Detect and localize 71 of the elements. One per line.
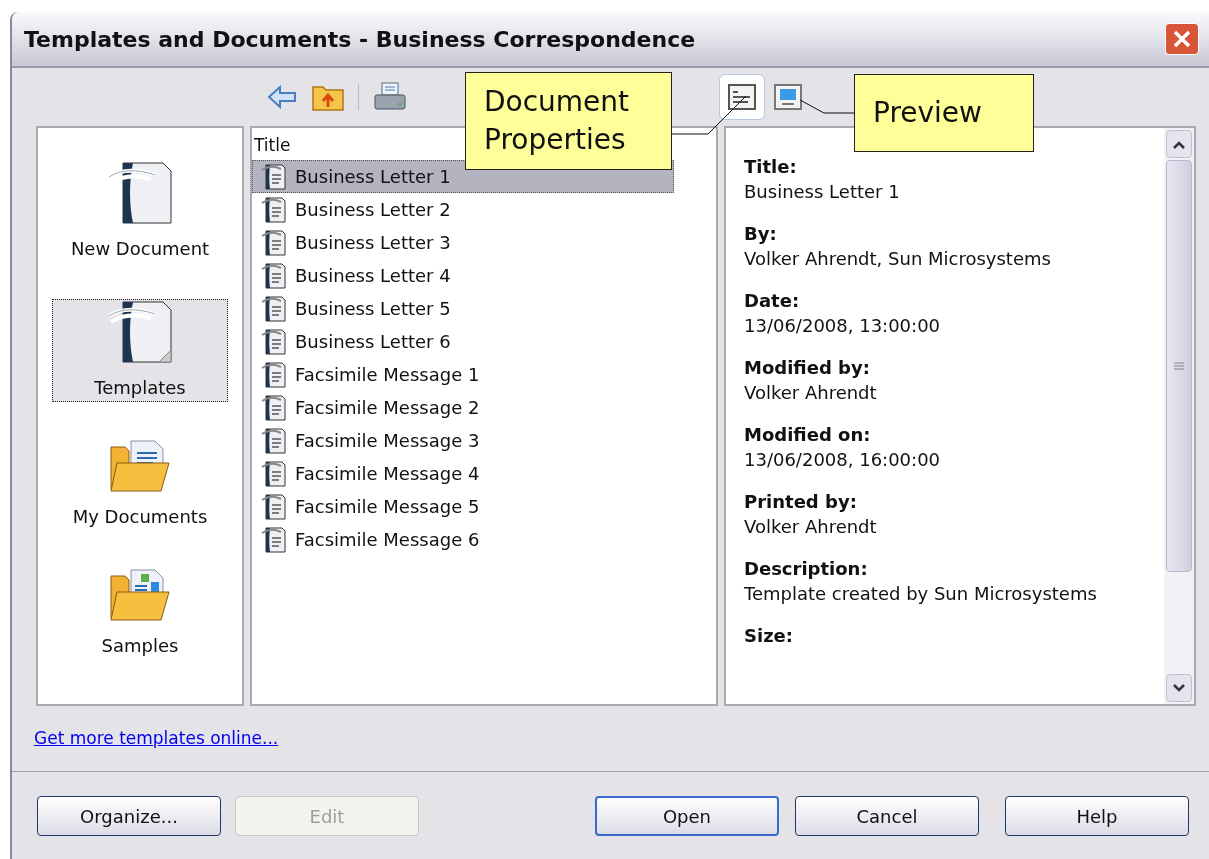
property-label: Title: <box>744 155 797 179</box>
leader-line <box>799 99 857 114</box>
template-row[interactable]: Business Letter 2 <box>252 193 716 226</box>
property-label: By: <box>744 222 777 246</box>
view-toggle-button[interactable] <box>719 74 765 120</box>
property-label: Size: <box>744 624 794 648</box>
dialog-button[interactable]: Open <box>595 796 779 836</box>
template-row[interactable]: Business Letter 6 <box>252 325 716 358</box>
preview-view-icon <box>774 84 802 110</box>
template-row[interactable]: Business Letter 3 <box>252 226 716 259</box>
property-value: 13/06/2008, 16:00:00 <box>744 448 941 472</box>
scroll-down-button[interactable] <box>1166 674 1192 702</box>
sidebar-item[interactable]: Templates <box>52 299 228 402</box>
folder-with-document-icon <box>109 439 171 493</box>
property-value: Volker Ahrendt, Sun Microsystems <box>744 247 1051 271</box>
template-icon <box>261 195 287 224</box>
dialog-button[interactable]: Help <box>1005 796 1189 836</box>
caret-down-icon <box>1172 683 1186 693</box>
dialog-button[interactable]: Organize... <box>37 796 221 836</box>
template-icon <box>261 294 287 323</box>
template-icon <box>261 459 287 488</box>
template-row[interactable]: Facsimile Message 3 <box>252 424 716 457</box>
dialog-button[interactable]: Cancel <box>795 796 979 836</box>
property-label: Modified on: <box>744 423 871 447</box>
caret-up-icon <box>1172 139 1186 149</box>
template-icon <box>261 426 287 455</box>
template-row[interactable]: Business Letter 5 <box>252 292 716 325</box>
property-value: Template created by Sun Microsystems <box>744 582 1097 606</box>
online-templates-link[interactable]: Get more templates online... <box>34 725 279 752</box>
document-icon <box>107 161 173 225</box>
document-icon <box>107 300 173 364</box>
close-button[interactable] <box>1165 23 1199 55</box>
template-row[interactable]: Facsimile Message 2 <box>252 391 716 424</box>
property-label: Description: <box>744 557 868 581</box>
template-row[interactable]: Facsimile Message 1 <box>252 358 716 391</box>
template-icon <box>261 261 287 290</box>
sidebar-item[interactable]: Samples <box>52 567 228 660</box>
scroll-thumb[interactable] <box>1166 160 1192 572</box>
template-row[interactable]: Facsimile Message 6 <box>252 523 716 556</box>
close-icon <box>1172 29 1192 49</box>
scroll-up-button[interactable] <box>1166 130 1192 158</box>
property-value: Volker Ahrendt <box>744 515 877 539</box>
window-title: Templates and Documents - Business Correspondence <box>24 25 696 54</box>
column-header[interactable]: Title <box>252 128 452 160</box>
property-label: Printed by: <box>744 490 857 514</box>
printer-icon[interactable] <box>373 82 407 112</box>
properties-view-icon <box>728 84 756 110</box>
folder-up-icon[interactable] <box>312 83 344 111</box>
template-icon <box>261 525 287 554</box>
callout-tooltip: Document Properties <box>465 72 672 170</box>
template-icon <box>261 492 287 521</box>
sidebar-item[interactable]: My Documents <box>52 438 228 531</box>
template-icon <box>261 162 287 191</box>
callout-tooltip: Preview <box>854 74 1034 152</box>
scrollbar[interactable] <box>1164 128 1194 704</box>
template-icon <box>261 327 287 356</box>
property-label: Date: <box>744 289 800 313</box>
template-icon <box>261 393 287 422</box>
grip-icon <box>1174 362 1184 370</box>
property-value: Business Letter 1 <box>744 180 900 204</box>
template-icon <box>261 228 287 257</box>
property-value: 13/06/2008, 13:00:00 <box>744 314 941 338</box>
sidebar-item[interactable]: New Document <box>52 160 228 263</box>
template-row[interactable]: Business Letter 4 <box>252 259 716 292</box>
folder-with-pictures-icon <box>109 568 171 622</box>
template-icon <box>261 360 287 389</box>
template-row[interactable]: Facsimile Message 4 <box>252 457 716 490</box>
property-label: Modified by: <box>744 356 870 380</box>
property-value: Volker Ahrendt <box>744 381 877 405</box>
back-arrow-icon[interactable] <box>266 84 298 110</box>
template-row[interactable]: Facsimile Message 5 <box>252 490 716 523</box>
